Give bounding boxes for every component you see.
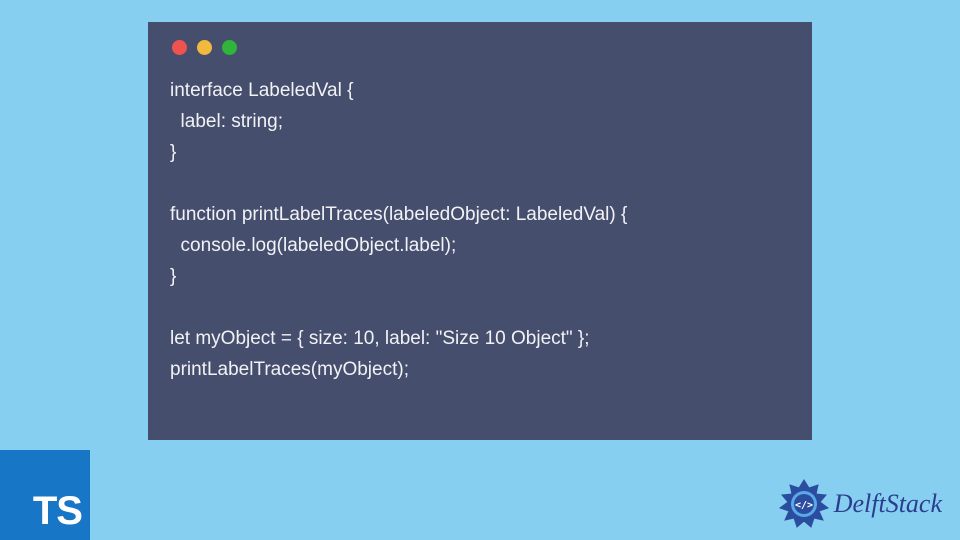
code-line: interface LabeledVal { bbox=[170, 80, 353, 101]
minimize-icon bbox=[197, 40, 212, 55]
delftstack-logo: </> DelftStack bbox=[778, 478, 942, 530]
code-line: } bbox=[170, 142, 176, 163]
delftstack-label: DelftStack bbox=[834, 489, 942, 519]
code-line: console.log(labeledObject.label); bbox=[170, 235, 456, 256]
code-line: printLabelTraces(myObject); bbox=[170, 359, 409, 380]
code-window: interface LabeledVal { label: string; } … bbox=[148, 22, 812, 440]
window-controls bbox=[172, 40, 790, 55]
typescript-badge: TS bbox=[0, 450, 90, 540]
code-block: interface LabeledVal { label: string; } … bbox=[170, 75, 790, 385]
maximize-icon bbox=[222, 40, 237, 55]
code-line: let myObject = { size: 10, label: "Size … bbox=[170, 328, 590, 349]
svg-text:</>: </> bbox=[795, 500, 813, 511]
code-line: label: string; bbox=[170, 111, 283, 132]
typescript-badge-label: TS bbox=[33, 489, 82, 534]
code-line: } bbox=[170, 266, 176, 287]
close-icon bbox=[172, 40, 187, 55]
delftstack-icon: </> bbox=[778, 478, 830, 530]
code-line: function printLabelTraces(labeledObject:… bbox=[170, 204, 627, 225]
